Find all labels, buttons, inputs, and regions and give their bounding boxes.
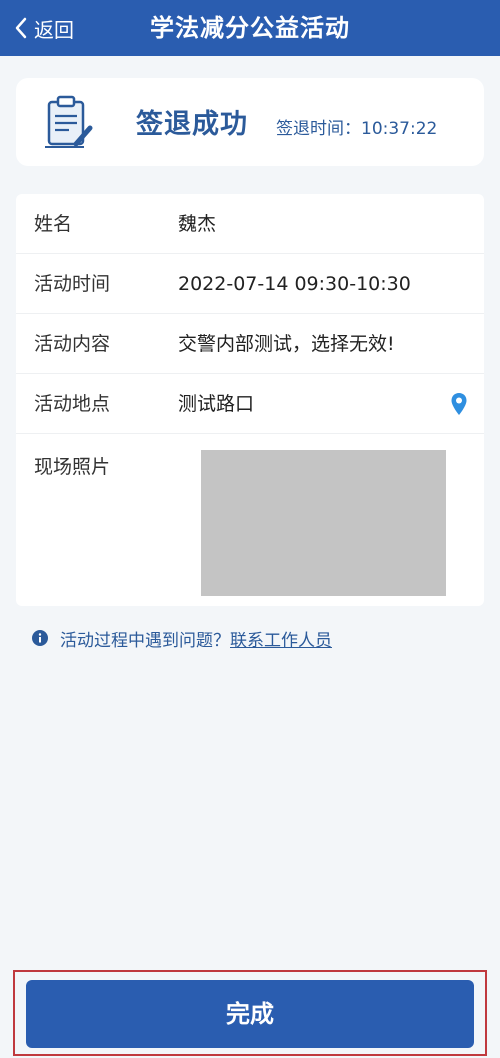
- row-value: 测试路口: [178, 393, 255, 415]
- checkout-time-label: 签退时间：: [276, 119, 361, 139]
- row-value: 交警内部测试，选择无效!: [178, 333, 395, 355]
- done-button[interactable]: 完成: [26, 980, 474, 1048]
- activity-info-card: 姓名 魏杰 活动时间 2022-07-14 09:30-10:30 活动内容 交…: [16, 194, 484, 606]
- photo-label: 现场照片: [34, 456, 111, 478]
- page-title: 学法减分公益活动: [150, 14, 350, 42]
- checkout-status-card: 签退成功 签退时间：10:37:22: [16, 78, 484, 166]
- row-label: 活动地点: [34, 393, 111, 415]
- row-value: 魏杰: [178, 213, 217, 235]
- row-activity-content: 活动内容 交警内部测试，选择无效!: [16, 314, 484, 374]
- map-pin-icon[interactable]: [450, 392, 468, 416]
- row-label: 活动时间: [34, 273, 111, 295]
- row-activity-time: 活动时间 2022-07-14 09:30-10:30: [16, 254, 484, 314]
- top-navbar: 返回 学法减分公益活动: [0, 0, 500, 56]
- checkout-success-title: 签退成功: [136, 109, 248, 140]
- site-photo[interactable]: [201, 450, 446, 596]
- row-name: 姓名 魏杰: [16, 194, 484, 254]
- clipboard-pen-icon: [45, 95, 93, 148]
- row-label: 活动内容: [34, 333, 111, 355]
- row-value: 2022-07-14 09:30-10:30: [178, 273, 411, 295]
- checkout-time: 签退时间：10:37:22: [276, 114, 437, 139]
- row-label: 姓名: [34, 213, 73, 235]
- contact-staff-link[interactable]: 联系工作人员: [230, 626, 332, 651]
- checkout-time-value: 10:37:22: [361, 119, 438, 139]
- info-icon: [32, 630, 48, 646]
- row-activity-location: 活动地点 测试路口: [16, 374, 484, 434]
- help-text: 活动过程中遇到问题？: [60, 630, 230, 651]
- help-note: 活动过程中遇到问题？ 联系工作人员: [32, 626, 332, 651]
